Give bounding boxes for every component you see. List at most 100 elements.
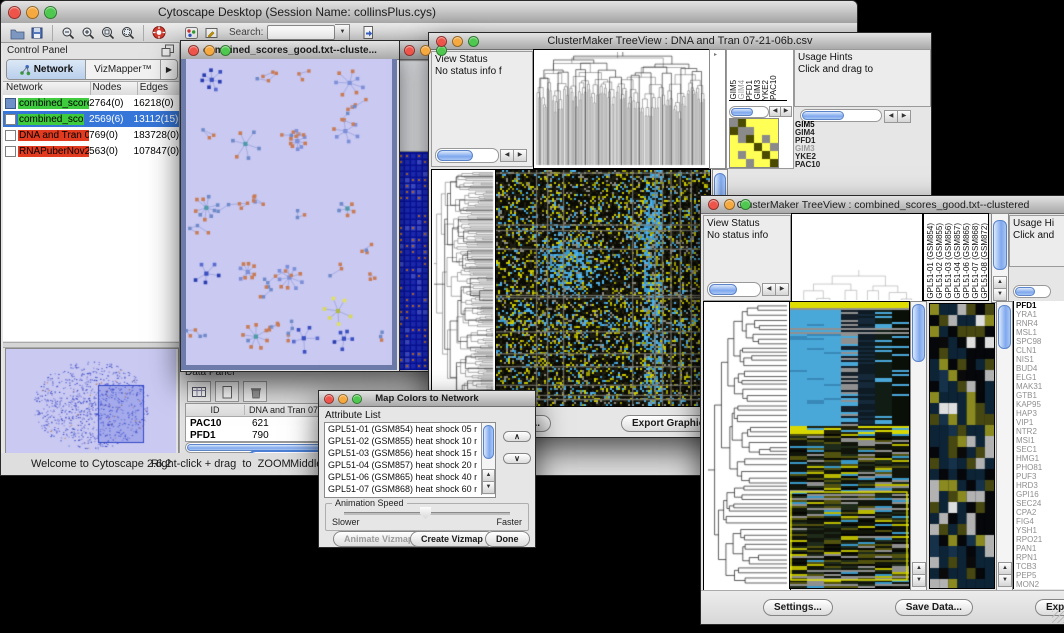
tv2-action-button[interactable]: Settings... xyxy=(763,599,833,616)
tv1-col-label[interactable]: GIM5 xyxy=(729,80,737,100)
scroll-right-arrow[interactable]: ▶ xyxy=(897,110,911,123)
tv1-label-hscrollbar[interactable] xyxy=(729,106,769,118)
close-icon[interactable] xyxy=(436,36,447,47)
minimize-icon[interactable] xyxy=(26,6,39,19)
gene-label[interactable]: SEC24 xyxy=(1016,499,1064,508)
tv1-summary-matrix-canvas[interactable] xyxy=(729,118,779,168)
tv1-status-hscroll-thumb[interactable] xyxy=(437,150,473,161)
move-down-button[interactable]: ∨ xyxy=(503,453,531,464)
gene-label[interactable]: TCB3 xyxy=(1016,562,1064,571)
tv2-vscroll-thumb[interactable] xyxy=(912,304,925,362)
gene-label[interactable]: PEP5 xyxy=(1016,571,1064,580)
zoom-window-icon[interactable] xyxy=(220,45,231,56)
scroll-right-arrow[interactable]: ▶ xyxy=(780,106,792,117)
tv1-column-dendrogram[interactable] xyxy=(533,49,710,169)
attribute-list-item[interactable]: GPL51-04 (GSM857) heat shock 20 min xyxy=(325,459,477,471)
minimize-icon[interactable] xyxy=(338,394,348,404)
treeview1-titlebar[interactable]: ClusterMaker TreeView : DNA and Tran 07-… xyxy=(429,33,931,50)
gene-label[interactable]: PHO81 xyxy=(1016,463,1064,472)
zoom-in-button[interactable] xyxy=(78,24,98,42)
tab-overflow-button[interactable]: ▶ xyxy=(161,60,177,79)
gene-label[interactable]: RNR4 xyxy=(1016,319,1064,328)
attribute-list-item[interactable]: GPL51-03 (GSM856) heat shock 15 min xyxy=(325,447,477,459)
gene-label[interactable]: VIP1 xyxy=(1016,418,1064,427)
overview-canvas[interactable] xyxy=(6,349,176,453)
gene-label[interactable]: SEC1 xyxy=(1016,445,1064,454)
network-list-row[interactable]: combined_scores_ 2764(0) 16218(0) xyxy=(3,95,179,111)
tv2-col-label[interactable]: GPL51-08 (GSM872) xyxy=(980,223,989,299)
gene-label[interactable]: MAK31 xyxy=(1016,382,1064,391)
import-button[interactable] xyxy=(358,24,378,42)
zoom-fit-button[interactable] xyxy=(118,24,138,42)
tv2-status-hscrollbar[interactable] xyxy=(707,282,761,297)
id-column-header[interactable]: ID xyxy=(186,405,245,415)
help-button[interactable] xyxy=(149,24,169,42)
tv1-usage-hscroll-thumb[interactable] xyxy=(802,111,844,120)
gene-label[interactable]: PFD1 xyxy=(1016,301,1064,310)
scroll-down-arrow[interactable]: ▼ xyxy=(993,288,1007,301)
minimize-icon[interactable] xyxy=(724,199,735,210)
scroll-left-arrow[interactable]: ◀ xyxy=(762,283,776,296)
search-dropdown-button[interactable]: ▼ xyxy=(335,24,350,41)
tv1-col-label[interactable]: PFD1 xyxy=(745,80,753,100)
gene-label[interactable]: RPO21 xyxy=(1016,535,1064,544)
scroll-left-arrow[interactable]: ◀ xyxy=(500,149,514,162)
tv2-zoom-heatmap[interactable] xyxy=(929,303,995,589)
tv2-status-hscroll-thumb[interactable] xyxy=(709,284,737,295)
strip-arrow-icon[interactable]: ▸ xyxy=(714,51,717,58)
network-list-row[interactable]: DNA and Tran 07 769(0) 183728(0) xyxy=(3,127,179,143)
tv2-usage-hscroll-thumb[interactable] xyxy=(1015,287,1035,296)
tv1-row-label[interactable]: PAC10 xyxy=(795,161,855,169)
annotation-button[interactable] xyxy=(201,24,221,42)
scroll-down-arrow[interactable]: ▼ xyxy=(482,481,495,494)
tab-vizmapper[interactable]: VizMapper™ xyxy=(86,60,161,79)
close-icon[interactable] xyxy=(404,45,415,56)
gene-label[interactable]: HMG1 xyxy=(1016,454,1064,463)
vizmapper-button[interactable] xyxy=(181,24,201,42)
resize-grip[interactable] xyxy=(1052,611,1064,623)
zoom-out-button[interactable] xyxy=(58,24,78,42)
close-icon[interactable] xyxy=(324,394,334,404)
zoom-window-icon[interactable] xyxy=(352,394,362,404)
done-button[interactable]: Done xyxy=(485,531,530,547)
col-edges[interactable]: Edges xyxy=(138,82,179,95)
zoom-window-icon[interactable] xyxy=(740,199,751,210)
tv2-col-label[interactable]: GPL51-03 (GSM856) xyxy=(944,223,953,299)
treeview2-titlebar[interactable]: ClusterMaker TreeView : combined_scores_… xyxy=(701,196,1064,214)
tv2-col-label[interactable]: GPL51-07 (GSM868) xyxy=(971,223,980,299)
attribute-list-item[interactable]: GPL51-06 (GSM865) heat shock 40 min xyxy=(325,471,477,483)
gene-label[interactable]: CLN1 xyxy=(1016,346,1064,355)
tv2-column-dendrogram[interactable] xyxy=(791,213,923,303)
tv2-header-vscroll-thumb[interactable] xyxy=(993,220,1007,270)
map-dialog-titlebar[interactable]: Map Colors to Network xyxy=(319,391,535,407)
gene-label[interactable]: BUD4 xyxy=(1016,364,1064,373)
minimize-icon[interactable] xyxy=(452,36,463,47)
tv2-header-vscrollbar[interactable]: ▲ ▼ xyxy=(991,213,1009,303)
tv2-vscrollbar[interactable]: ▲ ▼ xyxy=(910,301,927,591)
search-input[interactable] xyxy=(267,25,335,40)
gene-label[interactable]: HRD3 xyxy=(1016,481,1064,490)
gene-label[interactable]: NTR2 xyxy=(1016,427,1064,436)
scroll-down-arrow[interactable]: ▼ xyxy=(998,574,1012,587)
attribute-select-button[interactable] xyxy=(187,381,211,402)
attribute-list-vscrollbar[interactable]: ▲ ▼ xyxy=(481,423,495,495)
gene-label[interactable]: ELG1 xyxy=(1016,373,1064,382)
gene-label[interactable]: CPA2 xyxy=(1016,508,1064,517)
gene-label[interactable]: MSI1 xyxy=(1016,436,1064,445)
zoom-window-icon[interactable] xyxy=(468,36,479,47)
network-view-titlebar[interactable]: combined_scores_good.txt--cluste... xyxy=(181,41,399,60)
tv2-row-dendrogram[interactable] xyxy=(703,301,791,591)
main-titlebar[interactable]: Cytoscape Desktop (Session Name: collins… xyxy=(1,1,857,24)
scroll-down-arrow[interactable]: ▼ xyxy=(912,574,926,587)
attribute-list-vscroll-thumb[interactable] xyxy=(483,425,494,459)
gene-label[interactable]: NIS1 xyxy=(1016,355,1064,364)
create-attribute-button[interactable] xyxy=(215,381,239,402)
gene-label[interactable]: GTB1 xyxy=(1016,391,1064,400)
gene-label[interactable]: GPI16 xyxy=(1016,490,1064,499)
attribute-list-item[interactable]: GPL51-07 (GSM868) heat shock 60 min xyxy=(325,483,477,495)
minimize-icon[interactable] xyxy=(204,45,215,56)
tv2-col-label[interactable]: GPL51-04 (GSM857) xyxy=(953,223,962,299)
tv2-col-label[interactable]: GPL51-06 (GSM865) xyxy=(962,223,971,299)
tv2-heatmap[interactable] xyxy=(789,301,910,589)
gene-label[interactable]: PUF3 xyxy=(1016,472,1064,481)
